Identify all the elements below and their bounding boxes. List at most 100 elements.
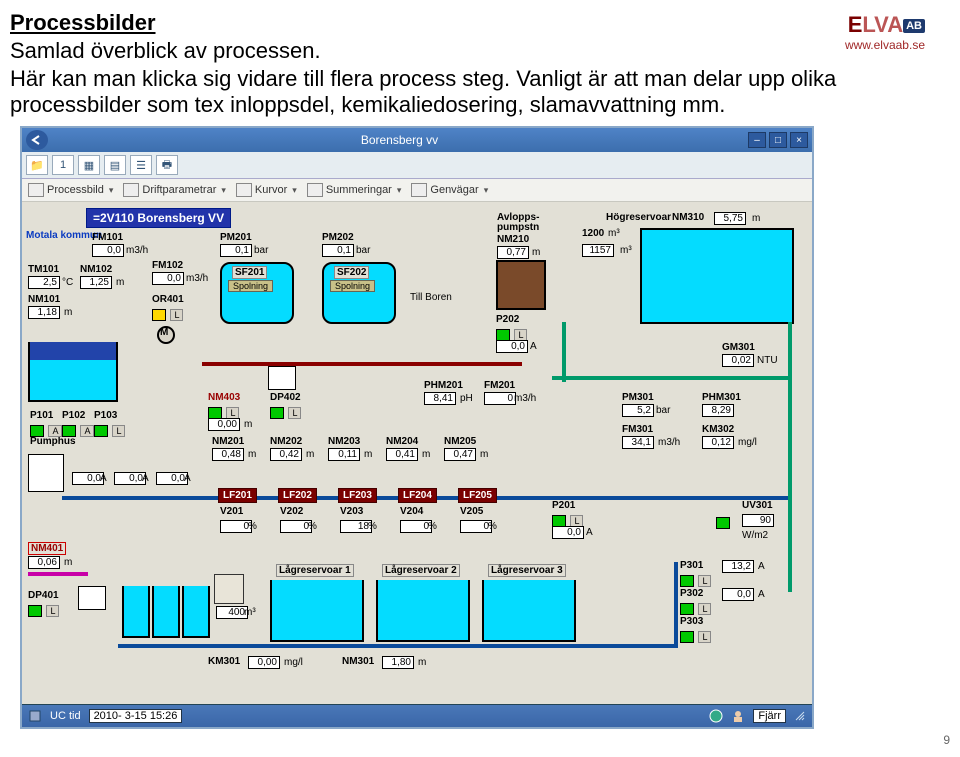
btn-p102[interactable]: A <box>80 425 94 437</box>
lamp-p101[interactable] <box>30 425 44 437</box>
tag-nm202[interactable]: NM202 <box>270 436 302 447</box>
tag-p103[interactable]: P103 <box>94 410 117 421</box>
tag-v201[interactable]: V201 <box>220 506 243 517</box>
tag-nm205[interactable]: NM205 <box>444 436 476 447</box>
btn-lf204[interactable]: LF204 <box>398 488 437 503</box>
lamp-nm403[interactable] <box>208 407 222 419</box>
cube-box[interactable] <box>214 574 244 604</box>
resize-grip-icon[interactable] <box>794 710 806 722</box>
print-icon[interactable]: 🖶 <box>156 155 178 175</box>
dp402-box[interactable] <box>268 366 296 390</box>
tag-pm201[interactable]: PM201 <box>220 232 252 243</box>
val-p202[interactable]: 0,0 <box>496 340 528 353</box>
tag-nm401[interactable]: NM401 <box>28 542 66 555</box>
tank-lag1[interactable] <box>270 580 364 642</box>
val-p301[interactable]: 13,2 <box>722 560 754 573</box>
tag-nm301[interactable]: NM301 <box>342 656 374 667</box>
tag-dp402[interactable]: DP402 <box>270 392 301 403</box>
btn-p201[interactable]: L <box>570 515 583 527</box>
tag-p302[interactable]: P302 <box>680 588 703 599</box>
tag-dp401[interactable]: DP401 <box>28 590 59 601</box>
val-nm102[interactable]: 1,25 <box>80 276 112 289</box>
btn-p103[interactable]: L <box>112 425 125 437</box>
val-pm301[interactable]: 5,2 <box>622 404 654 417</box>
btn-dp401[interactable]: L <box>46 605 59 617</box>
val-nm101[interactable]: 1,18 <box>28 306 60 319</box>
val-nm301[interactable]: 1,80 <box>382 656 414 669</box>
tank-s2[interactable] <box>152 586 180 638</box>
val-p302[interactable]: 0,0 <box>722 588 754 601</box>
tag-p301[interactable]: P301 <box>680 560 703 571</box>
btn-lf203[interactable]: LF203 <box>338 488 377 503</box>
val-km301[interactable]: 0,00 <box>248 656 280 669</box>
tag-fm201[interactable]: FM201 <box>484 380 515 391</box>
minimize-button[interactable]: – <box>748 132 766 148</box>
tank-avlopps[interactable] <box>496 260 546 310</box>
tank-inlet[interactable] <box>28 360 118 402</box>
val-nm205[interactable]: 0,47 <box>444 448 476 461</box>
lamp-p102[interactable] <box>62 425 76 437</box>
btn-lf201[interactable]: LF201 <box>218 488 257 503</box>
dp401-box[interactable] <box>78 586 106 610</box>
tag-v205[interactable]: V205 <box>460 506 483 517</box>
tag-v204[interactable]: V204 <box>400 506 423 517</box>
tag-fm102[interactable]: FM102 <box>152 260 183 271</box>
tag-phm201[interactable]: PHM201 <box>424 380 463 391</box>
list-icon[interactable]: ☰ <box>130 155 152 175</box>
tank-lag2[interactable] <box>376 580 470 642</box>
tag-nm403[interactable]: NM403 <box>208 392 240 403</box>
btn-p202-l[interactable]: L <box>514 329 527 341</box>
tag-p202[interactable]: P202 <box>496 314 519 325</box>
val-nm310[interactable]: 5,75 <box>714 212 746 225</box>
chart-icon[interactable]: ▤ <box>104 155 126 175</box>
tag-fm301[interactable]: FM301 <box>622 424 653 435</box>
val-phm201[interactable]: 8,41 <box>424 392 456 405</box>
globe-icon[interactable] <box>709 709 723 723</box>
tag-v203[interactable]: V203 <box>340 506 363 517</box>
val-p201[interactable]: 0,0 <box>552 526 584 539</box>
val-uv301[interactable]: 90 <box>742 514 774 527</box>
menu-kurvor[interactable]: Kurvor <box>236 183 297 197</box>
val-nm201[interactable]: 0,48 <box>212 448 244 461</box>
tag-pm301[interactable]: PM301 <box>622 392 654 403</box>
menu-genvagar[interactable]: Genvägar <box>411 183 488 197</box>
btn-p101[interactable]: A <box>48 425 62 437</box>
lamp-or401[interactable] <box>152 309 166 321</box>
lamp-p301[interactable] <box>680 575 694 587</box>
tag-fm101[interactable]: FM101 <box>92 232 123 243</box>
val-nm203[interactable]: 0,11 <box>328 448 360 461</box>
tank-lag3[interactable] <box>482 580 576 642</box>
one-icon[interactable]: 1 <box>52 155 74 175</box>
btn-or401-l[interactable]: L <box>170 309 183 321</box>
val-fm102[interactable]: 0,0 <box>152 272 184 285</box>
lamp-p201[interactable] <box>552 515 566 527</box>
btn-lf202[interactable]: LF202 <box>278 488 317 503</box>
tag-km302[interactable]: KM302 <box>702 424 734 435</box>
val-nm403[interactable]: 0,00 <box>208 418 240 431</box>
btn-nm403[interactable]: L <box>226 407 239 419</box>
lamp-dp402[interactable] <box>270 407 284 419</box>
tag-p303[interactable]: P303 <box>680 616 703 627</box>
menu-driftparametrar[interactable]: Driftparametrar <box>123 183 226 197</box>
tag-pm202[interactable]: PM202 <box>322 232 354 243</box>
val-nm401[interactable]: 0,06 <box>28 556 60 569</box>
back-button[interactable] <box>26 130 48 150</box>
val-pm202[interactable]: 0,1 <box>322 244 354 257</box>
tag-p101[interactable]: P101 <box>30 410 53 421</box>
val-fm301[interactable]: 34,1 <box>622 436 654 449</box>
grid-icon[interactable]: ▦ <box>78 155 100 175</box>
tag-phm301[interactable]: PHM301 <box>702 392 741 403</box>
close-button[interactable]: × <box>790 132 808 148</box>
btn-p302[interactable]: L <box>698 603 711 615</box>
btn-sf201-spolning[interactable]: Spolning <box>228 280 273 292</box>
btn-sf202-spolning[interactable]: Spolning <box>330 280 375 292</box>
tag-nm201[interactable]: NM201 <box>212 436 244 447</box>
tag-tm101[interactable]: TM101 <box>28 264 59 275</box>
val-phm301[interactable]: 8,29 <box>702 404 734 417</box>
val-tm101[interactable]: 2,5 <box>28 276 60 289</box>
tag-nm310[interactable]: NM310 <box>672 212 704 223</box>
lamp-p303[interactable] <box>680 631 694 643</box>
tag-gm301[interactable]: GM301 <box>722 342 755 353</box>
lamp-p302[interactable] <box>680 603 694 615</box>
process-canvas[interactable]: =2V110 Borensberg VV Motala kommun FM101… <box>22 202 812 704</box>
